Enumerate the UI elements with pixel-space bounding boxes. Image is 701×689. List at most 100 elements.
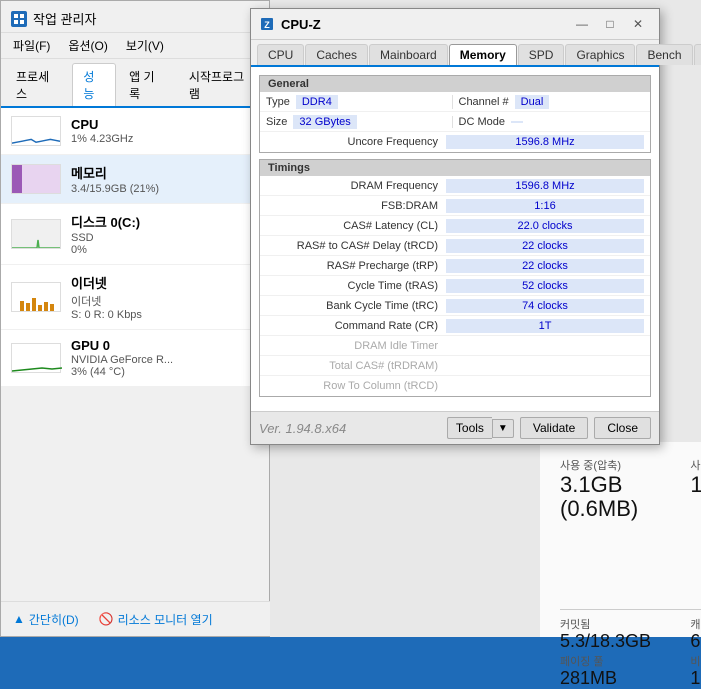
timing-value-9 bbox=[446, 365, 644, 367]
cpu-chart bbox=[11, 116, 61, 146]
close-window-btn[interactable]: Close bbox=[594, 417, 651, 439]
timing-label-2: CAS# Latency (CL) bbox=[266, 220, 446, 232]
avail-mem-group: 사용 가능 12.6GB bbox=[690, 457, 701, 521]
close-btn[interactable]: ✕ bbox=[625, 14, 651, 34]
disk-info: 디스크 0(C:) SSD0% bbox=[71, 212, 259, 256]
memory-chart bbox=[11, 164, 61, 194]
sidebar-item-disk[interactable]: 디스크 0(C:) SSD0% bbox=[1, 204, 269, 265]
timing-row-10: Row To Column (tRCD) bbox=[260, 376, 650, 396]
resource-label: 리소스 모니터 열기 bbox=[118, 611, 213, 628]
validate-btn[interactable]: Validate bbox=[520, 417, 588, 439]
cpuz-version: Ver. 1.94.8.x64 bbox=[259, 421, 441, 436]
memory-label: 메모리 bbox=[71, 163, 259, 182]
menu-view[interactable]: 보기(V) bbox=[122, 35, 168, 56]
tools-dropdown-btn[interactable]: ▼ bbox=[492, 419, 514, 438]
paged-pool-group: 페이징 풀 281MB bbox=[560, 653, 690, 689]
used-mem-label: 사용 중(압축) bbox=[560, 457, 690, 473]
simplify-btn[interactable]: ▲ 간단히(D) bbox=[13, 611, 79, 628]
tab-process[interactable]: 프로세스 bbox=[5, 63, 70, 106]
menu-file[interactable]: 파일(F) bbox=[9, 35, 54, 56]
task-manager-icon bbox=[11, 11, 27, 27]
tab-cpu[interactable]: CPU bbox=[257, 44, 304, 65]
timing-value-7: 1T bbox=[446, 319, 644, 333]
timing-row-2: CAS# Latency (CL) 22.0 clocks bbox=[260, 216, 650, 236]
timing-value-6: 74 clocks bbox=[446, 299, 644, 313]
resource-monitor-btn[interactable]: 🚫 리소스 모니터 열기 bbox=[99, 611, 213, 628]
paged-pool-label: 페이징 풀 bbox=[560, 653, 690, 669]
timing-row-8: DRAM Idle Timer bbox=[260, 336, 650, 356]
tab-performance[interactable]: 성능 bbox=[72, 63, 116, 106]
timing-label-9: Total CAS# (tRDRAM) bbox=[266, 360, 446, 372]
cpuz-icon: Z bbox=[259, 16, 275, 32]
timing-row-7: Command Rate (CR) 1T bbox=[260, 316, 650, 336]
nonpaged-pool-value: 170MB bbox=[690, 669, 701, 689]
minimize-btn[interactable]: — bbox=[569, 14, 595, 34]
timing-value-5: 52 clocks bbox=[446, 279, 644, 293]
paged-pool-value: 281MB bbox=[560, 669, 690, 689]
uncore-value: 1596.8 MHz bbox=[446, 135, 644, 149]
disk-sub: SSD0% bbox=[71, 232, 259, 256]
cached-label: 캐시됨 bbox=[690, 616, 701, 632]
cpuz-tabs: CPU Caches Mainboard Memory SPD Graphics… bbox=[251, 40, 659, 67]
timing-row-1: FSB:DRAM 1:16 bbox=[260, 196, 650, 216]
size-value: 32 GBytes bbox=[293, 115, 356, 129]
timing-value-10 bbox=[446, 385, 644, 387]
sidebar-item-memory[interactable]: 메모리 3.4/15.9GB (21%) bbox=[1, 155, 269, 204]
tab-about[interactable]: About bbox=[694, 44, 701, 65]
timing-row-3: RAS# to CAS# Delay (tRCD) 22 clocks bbox=[260, 236, 650, 256]
svg-text:Z: Z bbox=[264, 20, 270, 30]
size-label: Size bbox=[266, 116, 293, 128]
cpu-info: CPU 1% 4.23GHz bbox=[71, 117, 259, 145]
nonpaged-pool-group: 비페이징 풀 170MB bbox=[690, 653, 701, 689]
timing-value-4: 22 clocks bbox=[446, 259, 644, 273]
cpuz-window: Z CPU-Z — □ ✕ CPU Caches Mainboard Memor… bbox=[250, 8, 660, 445]
timing-label-5: Cycle Time (tRAS) bbox=[266, 280, 446, 292]
network-chart bbox=[11, 282, 61, 312]
gpu-sub: NVIDIA GeForce R...3% (44 °C) bbox=[71, 354, 259, 378]
tab-mainboard[interactable]: Mainboard bbox=[369, 44, 448, 65]
gpu-chart bbox=[11, 343, 61, 373]
tab-graphics[interactable]: Graphics bbox=[565, 44, 635, 65]
task-manager-menubar: 파일(F) 옵션(O) 보기(V) bbox=[1, 33, 269, 59]
memory-sub: 3.4/15.9GB (21%) bbox=[71, 183, 259, 195]
timing-label-3: RAS# to CAS# Delay (tRCD) bbox=[266, 240, 446, 252]
network-label: 이더넷 bbox=[71, 273, 259, 292]
tab-memory[interactable]: Memory bbox=[449, 44, 517, 65]
timing-label-1: FSB:DRAM bbox=[266, 200, 446, 212]
cached-group: 캐시됨 6.8GB bbox=[690, 616, 701, 652]
sidebar-item-cpu[interactable]: CPU 1% 4.23GHz bbox=[1, 108, 269, 155]
type-label: Type bbox=[266, 96, 296, 108]
sidebar-list: CPU 1% 4.23GHz 메모리 3.4/15.9GB (21%) 디스크 … bbox=[1, 108, 269, 387]
tab-bench[interactable]: Bench bbox=[636, 44, 692, 65]
task-manager-titlebar: 작업 관리자 bbox=[1, 1, 269, 33]
timing-label-4: RAS# Precharge (tRP) bbox=[266, 260, 446, 272]
size-dc-row: Size 32 GBytes DC Mode bbox=[260, 112, 650, 132]
timing-row-0: DRAM Frequency 1596.8 MHz bbox=[260, 176, 650, 196]
tab-caches[interactable]: Caches bbox=[305, 44, 368, 65]
timing-label-6: Bank Cycle Time (tRC) bbox=[266, 300, 446, 312]
task-manager-title: 작업 관리자 bbox=[33, 9, 96, 28]
cpu-sub: 1% 4.23GHz bbox=[71, 133, 259, 145]
general-section: General Type DDR4 Channel # Dual Size 32… bbox=[259, 75, 651, 153]
avail-mem-label: 사용 가능 bbox=[690, 457, 701, 473]
memory-stats-panel: 사용 중(압축) 3.1GB (0.6MB) 사용 가능 12.6GB 속도: … bbox=[540, 442, 701, 637]
timing-value-3: 22 clocks bbox=[446, 239, 644, 253]
tab-spd[interactable]: SPD bbox=[518, 44, 565, 65]
sidebar-item-gpu[interactable]: GPU 0 NVIDIA GeForce R...3% (44 °C) bbox=[1, 330, 269, 387]
timing-row-9: Total CAS# (tRDRAM) bbox=[260, 356, 650, 376]
menu-options[interactable]: 옵션(O) bbox=[64, 35, 111, 56]
tools-btn[interactable]: Tools bbox=[447, 417, 492, 439]
chevron-up-icon: ▲ bbox=[13, 612, 25, 626]
cpu-label: CPU bbox=[71, 117, 259, 132]
maximize-btn[interactable]: □ bbox=[597, 14, 623, 34]
timing-value-1: 1:16 bbox=[446, 199, 644, 213]
cpuz-memory-content: General Type DDR4 Channel # Dual Size 32… bbox=[251, 67, 659, 411]
used-mem-group: 사용 중(압축) 3.1GB (0.6MB) bbox=[560, 457, 690, 521]
task-manager-tabs: 프로세스 성능 앱 기록 시작프로그램 bbox=[1, 59, 269, 108]
sidebar-item-network[interactable]: 이더넷 이더넷S: 0 R: 0 Kbps bbox=[1, 265, 269, 330]
tab-app-history[interactable]: 앱 기록 bbox=[118, 63, 176, 106]
type-channel-row: Type DDR4 Channel # Dual bbox=[260, 92, 650, 112]
cpuz-bottom-bar: Ver. 1.94.8.x64 Tools ▼ Validate Close bbox=[251, 411, 659, 444]
dc-mode-label: DC Mode bbox=[459, 116, 511, 128]
avail-mem-value: 12.6GB bbox=[690, 473, 701, 497]
